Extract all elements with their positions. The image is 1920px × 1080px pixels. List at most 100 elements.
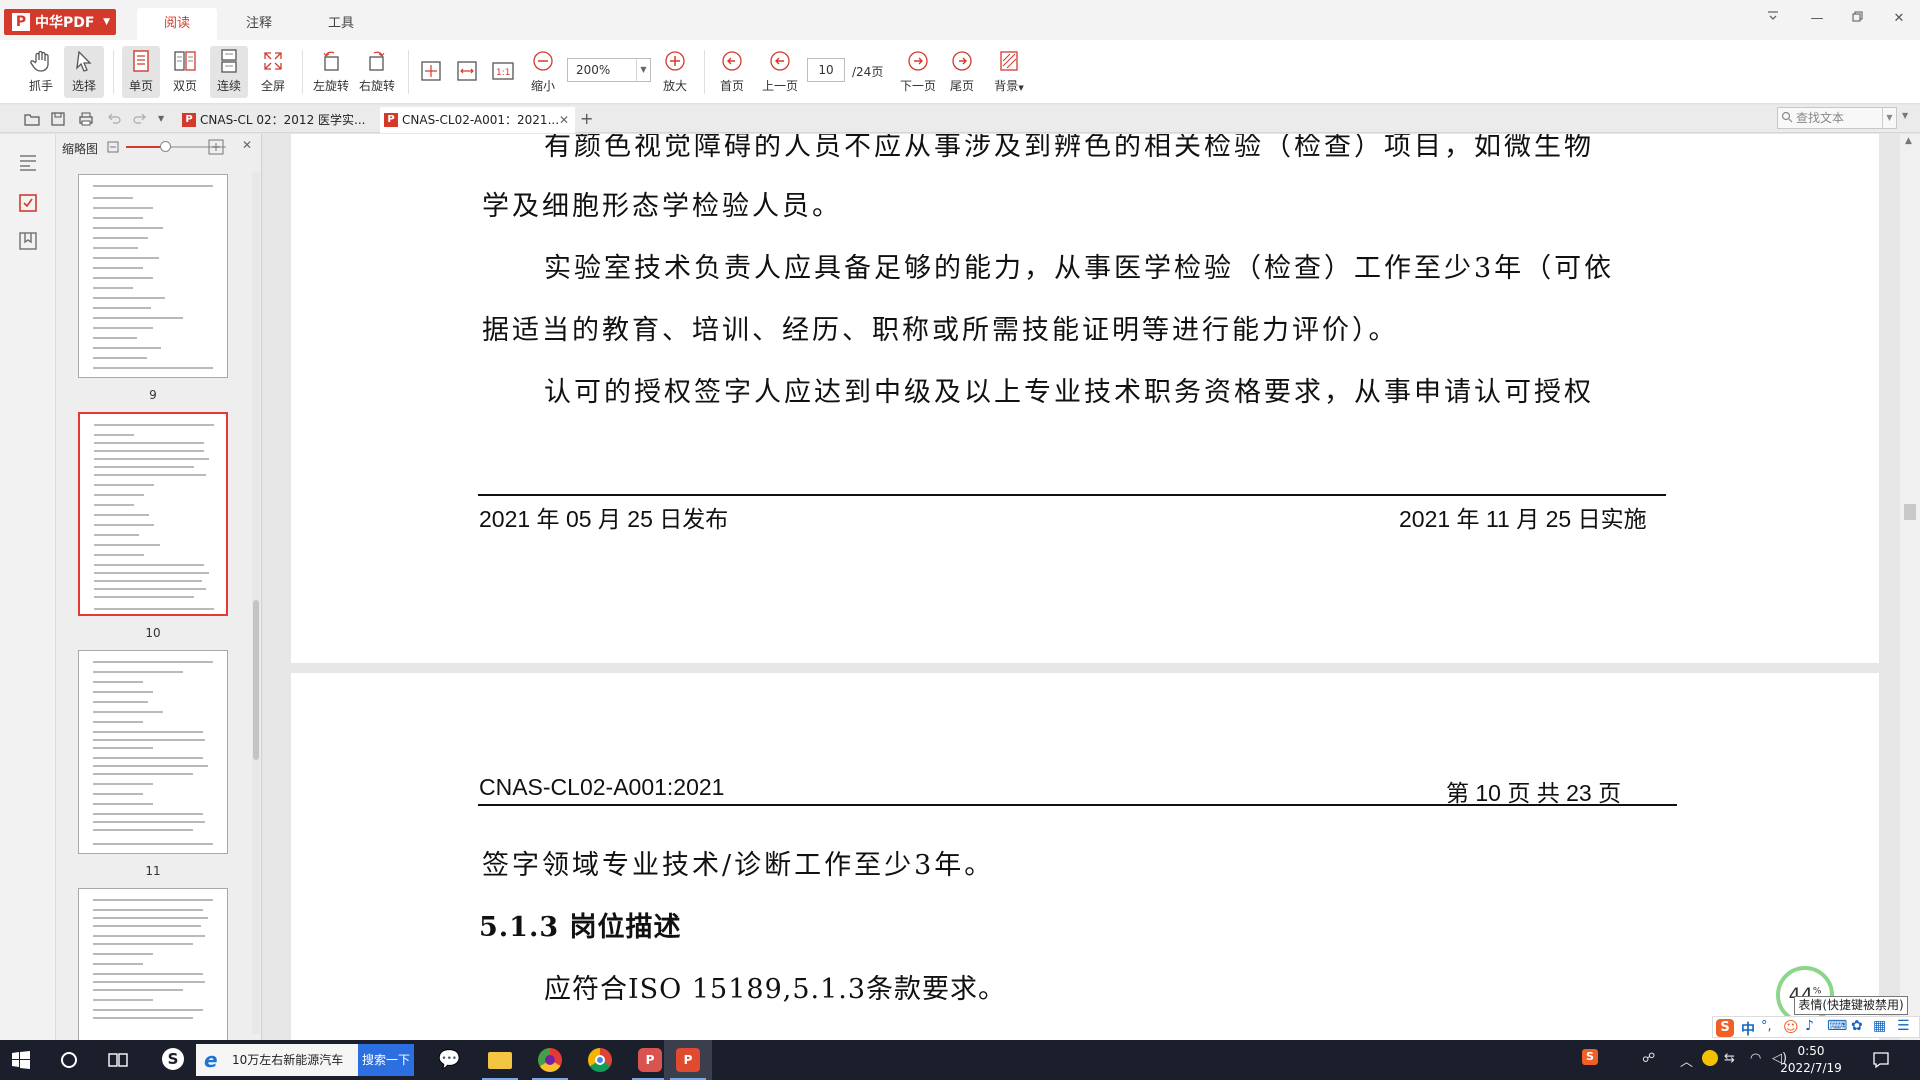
single-page-button[interactable]: 单页	[122, 46, 160, 98]
fullscreen-icon	[264, 52, 282, 70]
browser-360-taskbar-icon[interactable]	[526, 1040, 574, 1080]
restore-button[interactable]	[1844, 8, 1870, 30]
emoji-icon[interactable]: ☺	[1783, 1018, 1799, 1036]
thumbnail-page-11[interactable]	[78, 650, 228, 854]
taskbar-search-button[interactable]: 搜索一下	[358, 1044, 414, 1076]
close-button[interactable]: ✕	[1886, 8, 1912, 30]
last-page-button[interactable]: 尾页	[942, 46, 982, 98]
new-tab-icon[interactable]: +	[580, 111, 596, 127]
bookmark-list-icon[interactable]	[17, 152, 39, 174]
bookmark-icon[interactable]	[17, 230, 39, 252]
doc-tab-cnas-cl02-2012[interactable]: P CNAS-CL 02：2012 医学实...	[178, 107, 366, 133]
ime-mode-label[interactable]: 中	[1741, 1019, 1755, 1039]
close-tab-icon[interactable]: ✕	[559, 107, 569, 133]
chrome-taskbar-icon[interactable]	[576, 1040, 624, 1080]
browser-e-icon: e	[204, 1048, 218, 1072]
system-clock[interactable]: 0:50 2022/7/19	[1778, 1043, 1844, 1077]
double-page-button[interactable]: 双页	[166, 46, 204, 98]
taskbar: S e 10万左右新能源汽车 搜索一下 💬 P P S ☍ ︿ ⇆ ◠ ◁) 0…	[0, 1040, 1920, 1080]
chevron-up-icon[interactable]: ︿	[1680, 1051, 1693, 1070]
file-explorer-taskbar-icon[interactable]	[476, 1040, 524, 1080]
redo-icon[interactable]	[132, 111, 148, 127]
tab-tools[interactable]: 工具	[306, 8, 376, 40]
zoom-select[interactable]: 200% ▼	[567, 58, 651, 82]
undo-icon[interactable]	[106, 111, 122, 127]
microphone-icon[interactable]: ♪	[1805, 1018, 1814, 1034]
fullscreen-button[interactable]: 全屏	[254, 46, 292, 98]
tab-annotate[interactable]: 注释	[224, 8, 294, 40]
document-viewer[interactable]: 有颜色视觉障碍的人员不应从事涉及到辨色的相关检验（检查）项目，如微生物 学及细胞…	[263, 134, 1900, 1040]
scrollbar-thumb[interactable]	[1904, 504, 1916, 520]
zoom-out-button[interactable]: 缩小	[524, 46, 562, 98]
zoom-value: 200%	[576, 63, 611, 77]
rotate-left-button[interactable]: 左旋转	[310, 46, 352, 98]
print-icon[interactable]	[78, 111, 94, 127]
thumbnail-scrollbar[interactable]	[252, 172, 260, 1034]
page-header-doc-id: CNAS-CL02-A001:2021	[479, 774, 725, 800]
chevron-down-icon[interactable]: ▼	[636, 59, 650, 81]
keyboard-icon[interactable]: ⌨	[1827, 1018, 1847, 1034]
zoom-large-thumb-icon[interactable]	[208, 139, 224, 155]
continuous-button[interactable]: 连续	[210, 46, 248, 98]
scroll-up-icon[interactable]: ▲	[1905, 136, 1912, 146]
ribbon-collapse-icon[interactable]	[1760, 8, 1786, 30]
thumbnail-page-12[interactable]	[78, 888, 228, 1048]
paragraph-line: 学及细胞形态学检验人员。	[482, 191, 842, 222]
ime-menu-icon[interactable]: ☰	[1897, 1018, 1910, 1034]
search-input[interactable]: 查找文本 ▼	[1777, 107, 1897, 129]
app-tray-icon[interactable]	[1702, 1050, 1718, 1066]
zhonghua-pdf-taskbar-icon[interactable]: P	[664, 1040, 712, 1080]
doc-tab-cnas-cl02-a001-2021[interactable]: P CNAS-CL02-A001：2021... ✕	[380, 107, 575, 133]
document-scrollbar[interactable]: ▲	[1900, 134, 1920, 1040]
rotate-left-icon	[323, 51, 339, 71]
first-page-button[interactable]: 首页	[712, 46, 752, 98]
prev-page-button[interactable]: 上一页	[758, 46, 802, 98]
windows-start-icon[interactable]	[12, 1051, 30, 1069]
close-panel-icon[interactable]: ✕	[242, 138, 252, 152]
actual-size-button[interactable]: 1:1	[488, 46, 518, 98]
sogou-tray-icon[interactable]: S	[1582, 1049, 1598, 1065]
taskbar-search-input[interactable]: e 10万左右新能源汽车	[196, 1044, 358, 1076]
people-icon[interactable]: ☍	[1642, 1051, 1655, 1066]
wifi-icon[interactable]: ◠	[1750, 1051, 1761, 1066]
paragraph-line: 应符合ISO 15189,5.1.3条款要求。	[544, 974, 1007, 1005]
thumbnail-panel: 缩略图 ✕ 9 10 11	[56, 134, 262, 1048]
hand-tool-button[interactable]: 抓手	[22, 46, 60, 98]
ime-toolbar[interactable]: S 中 °, ☺ ♪ ⌨ ✿ ▦ ☰	[1712, 1016, 1920, 1038]
open-folder-icon[interactable]	[24, 111, 40, 127]
task-view-icon[interactable]	[108, 1051, 128, 1069]
app-menu-button[interactable]: P 中华PDF ▼	[4, 9, 116, 35]
cortana-icon[interactable]	[60, 1051, 78, 1069]
skin-icon[interactable]: ✿	[1851, 1018, 1863, 1034]
pdf-file-icon: P	[384, 113, 398, 127]
slider-handle[interactable]	[160, 141, 171, 152]
background-button[interactable]: 背景▼	[986, 46, 1032, 98]
next-page-button[interactable]: 下一页	[896, 46, 940, 98]
toolbox-icon[interactable]: ▦	[1873, 1018, 1886, 1034]
background-icon	[1000, 51, 1018, 71]
tab-read[interactable]: 阅读	[137, 8, 217, 40]
quick-access-menu-icon[interactable]: ▼	[158, 111, 174, 127]
app-brand-label: 中华PDF	[35, 15, 95, 31]
search-options-icon[interactable]: ▼	[1882, 108, 1896, 128]
page-number-input[interactable]: 10	[807, 58, 845, 82]
scrollbar-thumb[interactable]	[253, 600, 259, 760]
zoom-in-button[interactable]: 放大	[656, 46, 694, 98]
fit-width-button[interactable]	[452, 46, 482, 98]
paragraph-line: 认可的授权签字人应达到中级及以上专业技术职务资格要求，从事申请认可授权	[544, 377, 1594, 408]
select-tool-button[interactable]: 选择	[64, 46, 104, 98]
zoom-small-thumb-icon[interactable]	[106, 140, 120, 154]
thumbnail-page-10[interactable]	[78, 412, 228, 616]
save-icon[interactable]	[50, 111, 66, 127]
thumbnail-icon[interactable]	[17, 192, 39, 214]
sogou-taskbar-icon[interactable]: S	[156, 1040, 190, 1080]
usb-icon[interactable]: ⇆	[1724, 1051, 1735, 1066]
fit-page-button[interactable]	[416, 46, 446, 98]
thumbnail-page-9[interactable]	[78, 174, 228, 378]
wechat-taskbar-icon[interactable]: 💬	[426, 1040, 474, 1080]
notification-icon[interactable]	[1872, 1051, 1890, 1069]
rotate-right-button[interactable]: 右旋转	[356, 46, 398, 98]
punctuation-icon[interactable]: °,	[1761, 1019, 1772, 1034]
chevron-down-icon[interactable]: ▼	[1902, 111, 1908, 120]
minimize-button[interactable]: —	[1804, 8, 1830, 30]
